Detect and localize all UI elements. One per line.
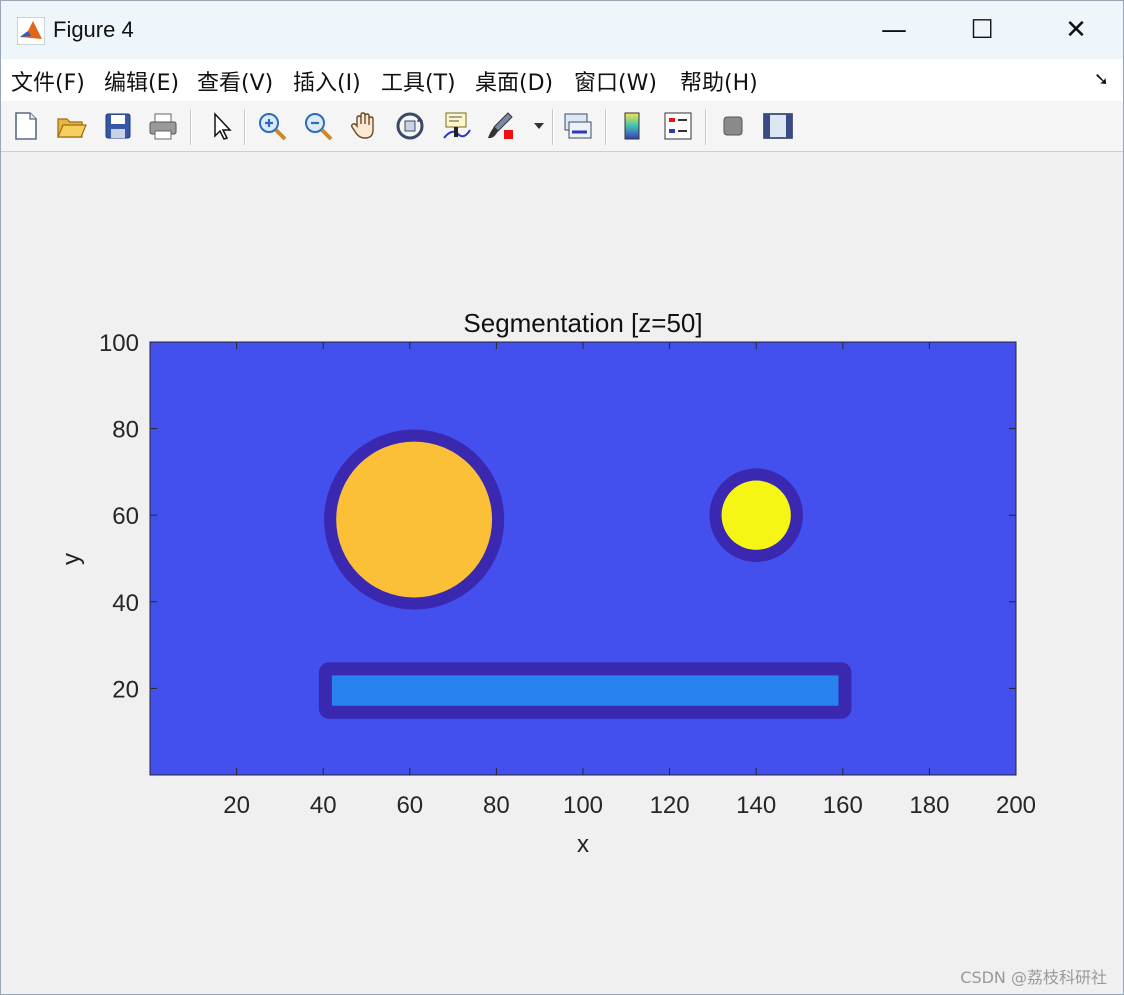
- title-bar: Figure 4 — ☐ ✕: [1, 1, 1123, 59]
- menu-help[interactable]: 帮助(H): [680, 65, 758, 97]
- y-tick-label: 80: [112, 417, 139, 444]
- print-icon[interactable]: [144, 107, 182, 145]
- hide-plot-tools-icon[interactable]: [714, 107, 752, 145]
- x-tick-label: 80: [483, 792, 510, 819]
- toolbar: [1, 101, 1123, 152]
- menu-view[interactable]: 查看(V): [197, 65, 273, 97]
- x-axis-label: x: [577, 831, 589, 858]
- pointer-icon[interactable]: [201, 107, 239, 145]
- open-folder-icon[interactable]: [52, 107, 90, 145]
- figure-canvas: Segmentation [z=50] 20 40 60 80 100 120 140 160…: [1, 152, 1123, 994]
- close-button[interactable]: ✕: [1031, 5, 1121, 55]
- y-tick-label: 40: [112, 590, 139, 617]
- x-tick-label: 20: [223, 792, 250, 819]
- brush-dropdown-chevron-down-icon[interactable]: [529, 107, 549, 145]
- watermark-text: CSDN @荔枝科研社: [960, 968, 1107, 987]
- segmentation-plot[interactable]: Segmentation [z=50] 20 40 60 80 100 120 140 160…: [1, 152, 1123, 994]
- x-tick-label: 100: [563, 792, 603, 819]
- figure-window: Figure 4 — ☐ ✕ 文件(F) 编辑(E) 查看(V) 插入(I) 工…: [0, 0, 1124, 995]
- x-tick-label: 140: [736, 792, 776, 819]
- x-tick-label: 200: [996, 792, 1036, 819]
- x-tick-label: 180: [909, 792, 949, 819]
- zoom-in-icon[interactable]: [253, 107, 291, 145]
- y-tick-label: 60: [112, 503, 139, 530]
- menu-window[interactable]: 窗口(W): [574, 65, 657, 97]
- menu-file[interactable]: 文件(F): [11, 65, 85, 97]
- x-tick-label: 120: [650, 792, 690, 819]
- chart-title: Segmentation [z=50]: [463, 308, 702, 338]
- menu-edit[interactable]: 编辑(E): [104, 65, 179, 97]
- menu-bar: 文件(F) 编辑(E) 查看(V) 插入(I) 工具(T) 桌面(D) 窗口(W…: [1, 59, 1123, 102]
- window-title: Figure 4: [53, 17, 134, 42]
- save-icon[interactable]: [99, 107, 137, 145]
- matlab-logo-icon: [17, 17, 45, 45]
- y-axis-label: y: [58, 553, 85, 565]
- brush-icon[interactable]: [483, 107, 521, 145]
- menu-tools[interactable]: 工具(T): [381, 65, 456, 97]
- x-tick-label: 40: [310, 792, 337, 819]
- rotate-3d-icon[interactable]: [391, 107, 429, 145]
- y-tick-label: 100: [99, 330, 139, 357]
- small-circle-region: [721, 480, 791, 550]
- pan-hand-icon[interactable]: [345, 107, 383, 145]
- bar-region: [331, 675, 839, 706]
- minimize-button[interactable]: —: [849, 5, 939, 55]
- show-plot-tools-icon[interactable]: [759, 107, 797, 145]
- zoom-out-icon[interactable]: [299, 107, 337, 145]
- menu-overflow-arrow-icon[interactable]: ➘: [1094, 69, 1109, 90]
- large-circle-region: [336, 441, 493, 598]
- colorbar-icon[interactable]: [613, 107, 651, 145]
- menu-insert[interactable]: 插入(I): [293, 65, 361, 97]
- menu-desktop[interactable]: 桌面(D): [475, 65, 553, 97]
- data-cursor-icon[interactable]: [437, 107, 475, 145]
- new-file-icon[interactable]: [7, 107, 45, 145]
- x-tick-label: 160: [823, 792, 863, 819]
- maximize-button[interactable]: ☐: [937, 5, 1027, 55]
- y-tick-label: 20: [112, 676, 139, 703]
- x-tick-label: 60: [396, 792, 423, 819]
- legend-icon[interactable]: [659, 107, 697, 145]
- link-plot-icon[interactable]: [559, 107, 597, 145]
